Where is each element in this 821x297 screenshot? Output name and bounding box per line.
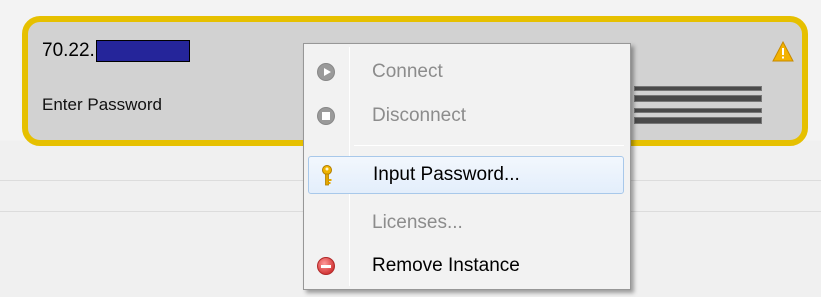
menu-item-remove-instance[interactable]: Remove Instance	[308, 247, 624, 285]
status-meter	[634, 86, 762, 91]
instance-status: Enter Password	[42, 95, 162, 114]
menu-item-label: Disconnect	[372, 105, 466, 126]
menu-item-input-password[interactable]: Input Password...	[308, 156, 624, 194]
key-icon	[317, 165, 337, 186]
menu-separator	[354, 145, 624, 146]
status-meter	[634, 117, 762, 124]
status-meter	[634, 95, 762, 102]
ip-redaction-box	[95, 40, 190, 62]
menu-item-label: Input Password...	[373, 164, 520, 185]
menu-item-disconnect[interactable]: Disconnect	[308, 97, 624, 135]
warning-icon	[772, 41, 794, 62]
ip-address: 70.22.	[42, 40, 190, 62]
stop-circle-icon	[316, 106, 336, 126]
menu-item-label: Connect	[372, 61, 443, 82]
menu-item-label: Remove Instance	[372, 255, 520, 276]
ip-address-text: 70.22.	[42, 40, 95, 61]
menu-item-connect[interactable]: Connect	[308, 53, 624, 91]
context-menu: Connect Disconnect Input Password... Lic…	[303, 43, 631, 290]
status-meter	[634, 108, 762, 113]
play-circle-icon	[316, 62, 336, 82]
remove-icon	[316, 256, 336, 276]
menu-item-licenses[interactable]: Licenses...	[308, 204, 624, 242]
menu-item-label: Licenses...	[372, 212, 463, 233]
